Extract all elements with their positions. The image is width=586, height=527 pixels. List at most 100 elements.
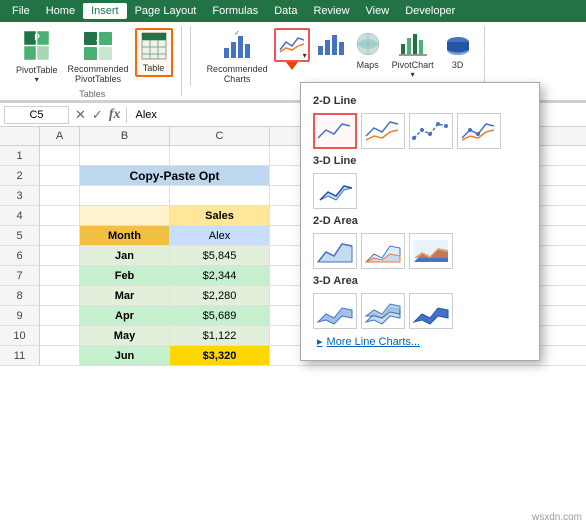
cell-c5[interactable]: Alex <box>170 226 270 245</box>
cell-b10[interactable]: May <box>80 326 170 345</box>
cell-b8[interactable]: Mar <box>80 286 170 305</box>
col-header-c[interactable]: C <box>170 127 270 145</box>
cell-c10[interactable]: $1,122 <box>170 326 270 345</box>
chart-option-area-2d-1[interactable] <box>313 233 357 269</box>
menu-item-home[interactable]: Home <box>38 3 83 19</box>
menu-item-formulas[interactable]: Formulas <box>204 3 266 19</box>
cell-a5[interactable] <box>40 226 80 245</box>
cell-c4[interactable]: Sales <box>170 206 270 225</box>
pivot-table-label: PivotTable <box>16 65 58 75</box>
row-header-1[interactable]: 1 <box>0 146 40 165</box>
cell-a4[interactable] <box>40 206 80 225</box>
cell-a7[interactable] <box>40 266 80 285</box>
pivot-table-button[interactable]: P PivotTable ▾ <box>12 28 62 86</box>
row-header-2[interactable]: 2 <box>0 166 40 185</box>
cell-b5[interactable]: Month <box>80 226 170 245</box>
chart-option-area-3d-1[interactable] <box>313 293 357 329</box>
col-header-b[interactable]: B <box>80 127 170 145</box>
cell-b4[interactable] <box>80 206 170 225</box>
pivot-table-icon: P <box>23 30 51 65</box>
recommended-pivot-label: RecommendedPivotTables <box>68 65 129 85</box>
cell-b1[interactable] <box>80 146 170 165</box>
tables-group-items: P PivotTable ▾ <box>12 28 173 87</box>
row-header-10[interactable]: 10 <box>0 326 40 345</box>
pivot-chart-icon <box>399 30 427 60</box>
chart-option-line-2d-2[interactable] <box>361 113 405 149</box>
row-header-8[interactable]: 8 <box>0 286 40 305</box>
cell-a10[interactable] <box>40 326 80 345</box>
3d-button[interactable]: 3D <box>440 28 476 72</box>
cell-reference-input[interactable] <box>4 106 69 124</box>
ribbon-group-tables: P PivotTable ▾ <box>8 26 182 96</box>
corner-cell <box>0 127 40 145</box>
menu-item-view[interactable]: View <box>358 3 398 19</box>
svg-text:✓: ✓ <box>234 30 240 37</box>
cell-c1[interactable] <box>170 146 270 165</box>
menu-item-developer[interactable]: Developer <box>397 3 463 19</box>
menu-item-insert[interactable]: Insert <box>83 3 127 19</box>
cancel-formula-icon[interactable]: ✕ <box>73 107 88 123</box>
maps-button[interactable]: Maps <box>350 28 386 72</box>
line-chart-dropdown-indicator: ▾ <box>303 51 307 60</box>
recommended-pivot-button[interactable]: ✓ RecommendedPivotTables <box>64 28 133 87</box>
recommended-charts-button[interactable]: ✓ RecommendedCharts <box>203 28 272 87</box>
cell-b11[interactable]: Jun <box>80 346 170 365</box>
row-header-5[interactable]: 5 <box>0 226 40 245</box>
cell-a2[interactable] <box>40 166 80 185</box>
cell-c3[interactable] <box>170 186 270 205</box>
row-header-3[interactable]: 3 <box>0 186 40 205</box>
svg-text:P: P <box>34 33 40 42</box>
cell-c9[interactable]: $5,689 <box>170 306 270 325</box>
cell-a1[interactable] <box>40 146 80 165</box>
cell-c6[interactable]: $5,845 <box>170 246 270 265</box>
menu-item-page layout[interactable]: Page Layout <box>127 3 205 19</box>
col-header-a[interactable]: A <box>40 127 80 145</box>
row-header-11[interactable]: 11 <box>0 346 40 365</box>
menu-bar: const pd = JSON.parse(document.getElemen… <box>0 0 586 22</box>
chart-row-3d-line <box>309 171 531 211</box>
3d-label: 3D <box>452 60 464 70</box>
menu-item-file[interactable]: File <box>4 3 38 19</box>
confirm-formula-icon[interactable]: ✓ <box>90 107 105 123</box>
chart-option-area-2d-2[interactable] <box>361 233 405 269</box>
cell-b3[interactable] <box>80 186 170 205</box>
chart-option-line-3d-1[interactable] <box>313 173 357 209</box>
bar-chart-icon <box>316 30 344 60</box>
menu-item-data[interactable]: Data <box>266 3 305 19</box>
row-header-4[interactable]: 4 <box>0 206 40 225</box>
bar-chart-button[interactable] <box>312 28 348 62</box>
more-charts-icon: ▸ <box>317 335 323 348</box>
chart-option-line-2d-4[interactable] <box>457 113 501 149</box>
row-header-7[interactable]: 7 <box>0 266 40 285</box>
section-title-3d-line: 3-D Line <box>309 151 531 171</box>
cell-b2[interactable]: Copy-Paste Opt <box>80 166 270 185</box>
table-button[interactable]: Table <box>135 28 173 77</box>
chart-option-area-3d-3[interactable] <box>409 293 453 329</box>
chart-option-area-2d-3[interactable] <box>409 233 453 269</box>
menu-item-review[interactable]: Review <box>305 3 357 19</box>
cell-b7[interactable]: Feb <box>80 266 170 285</box>
row-header-9[interactable]: 9 <box>0 306 40 325</box>
cell-b6[interactable]: Jan <box>80 246 170 265</box>
section-title-3d-area: 3-D Area <box>309 271 531 291</box>
pivot-chart-label: PivotChart <box>392 60 434 70</box>
section-title-2d-line: 2-D Line <box>309 91 531 111</box>
more-line-charts-link[interactable]: ▸ More Line Charts... <box>309 331 531 352</box>
chart-option-line-2d-3[interactable] <box>409 113 453 149</box>
cell-c7[interactable]: $2,344 <box>170 266 270 285</box>
cell-a11[interactable] <box>40 346 80 365</box>
pivot-chart-button[interactable]: PivotChart ▾ <box>388 28 438 81</box>
insert-function-icon[interactable]: fx <box>107 107 123 123</box>
cell-a6[interactable] <box>40 246 80 265</box>
line-chart-button[interactable]: ▾ <box>274 28 310 62</box>
cell-a9[interactable] <box>40 306 80 325</box>
chart-option-area-3d-2[interactable] <box>361 293 405 329</box>
chart-option-line-2d-1[interactable] <box>313 113 357 149</box>
row-header-6[interactable]: 6 <box>0 246 40 265</box>
cell-c11[interactable]: $3,320 <box>170 346 270 365</box>
formula-icons: ✕ ✓ fx <box>73 107 122 123</box>
cell-a3[interactable] <box>40 186 80 205</box>
cell-b9[interactable]: Apr <box>80 306 170 325</box>
cell-a8[interactable] <box>40 286 80 305</box>
cell-c8[interactable]: $2,280 <box>170 286 270 305</box>
